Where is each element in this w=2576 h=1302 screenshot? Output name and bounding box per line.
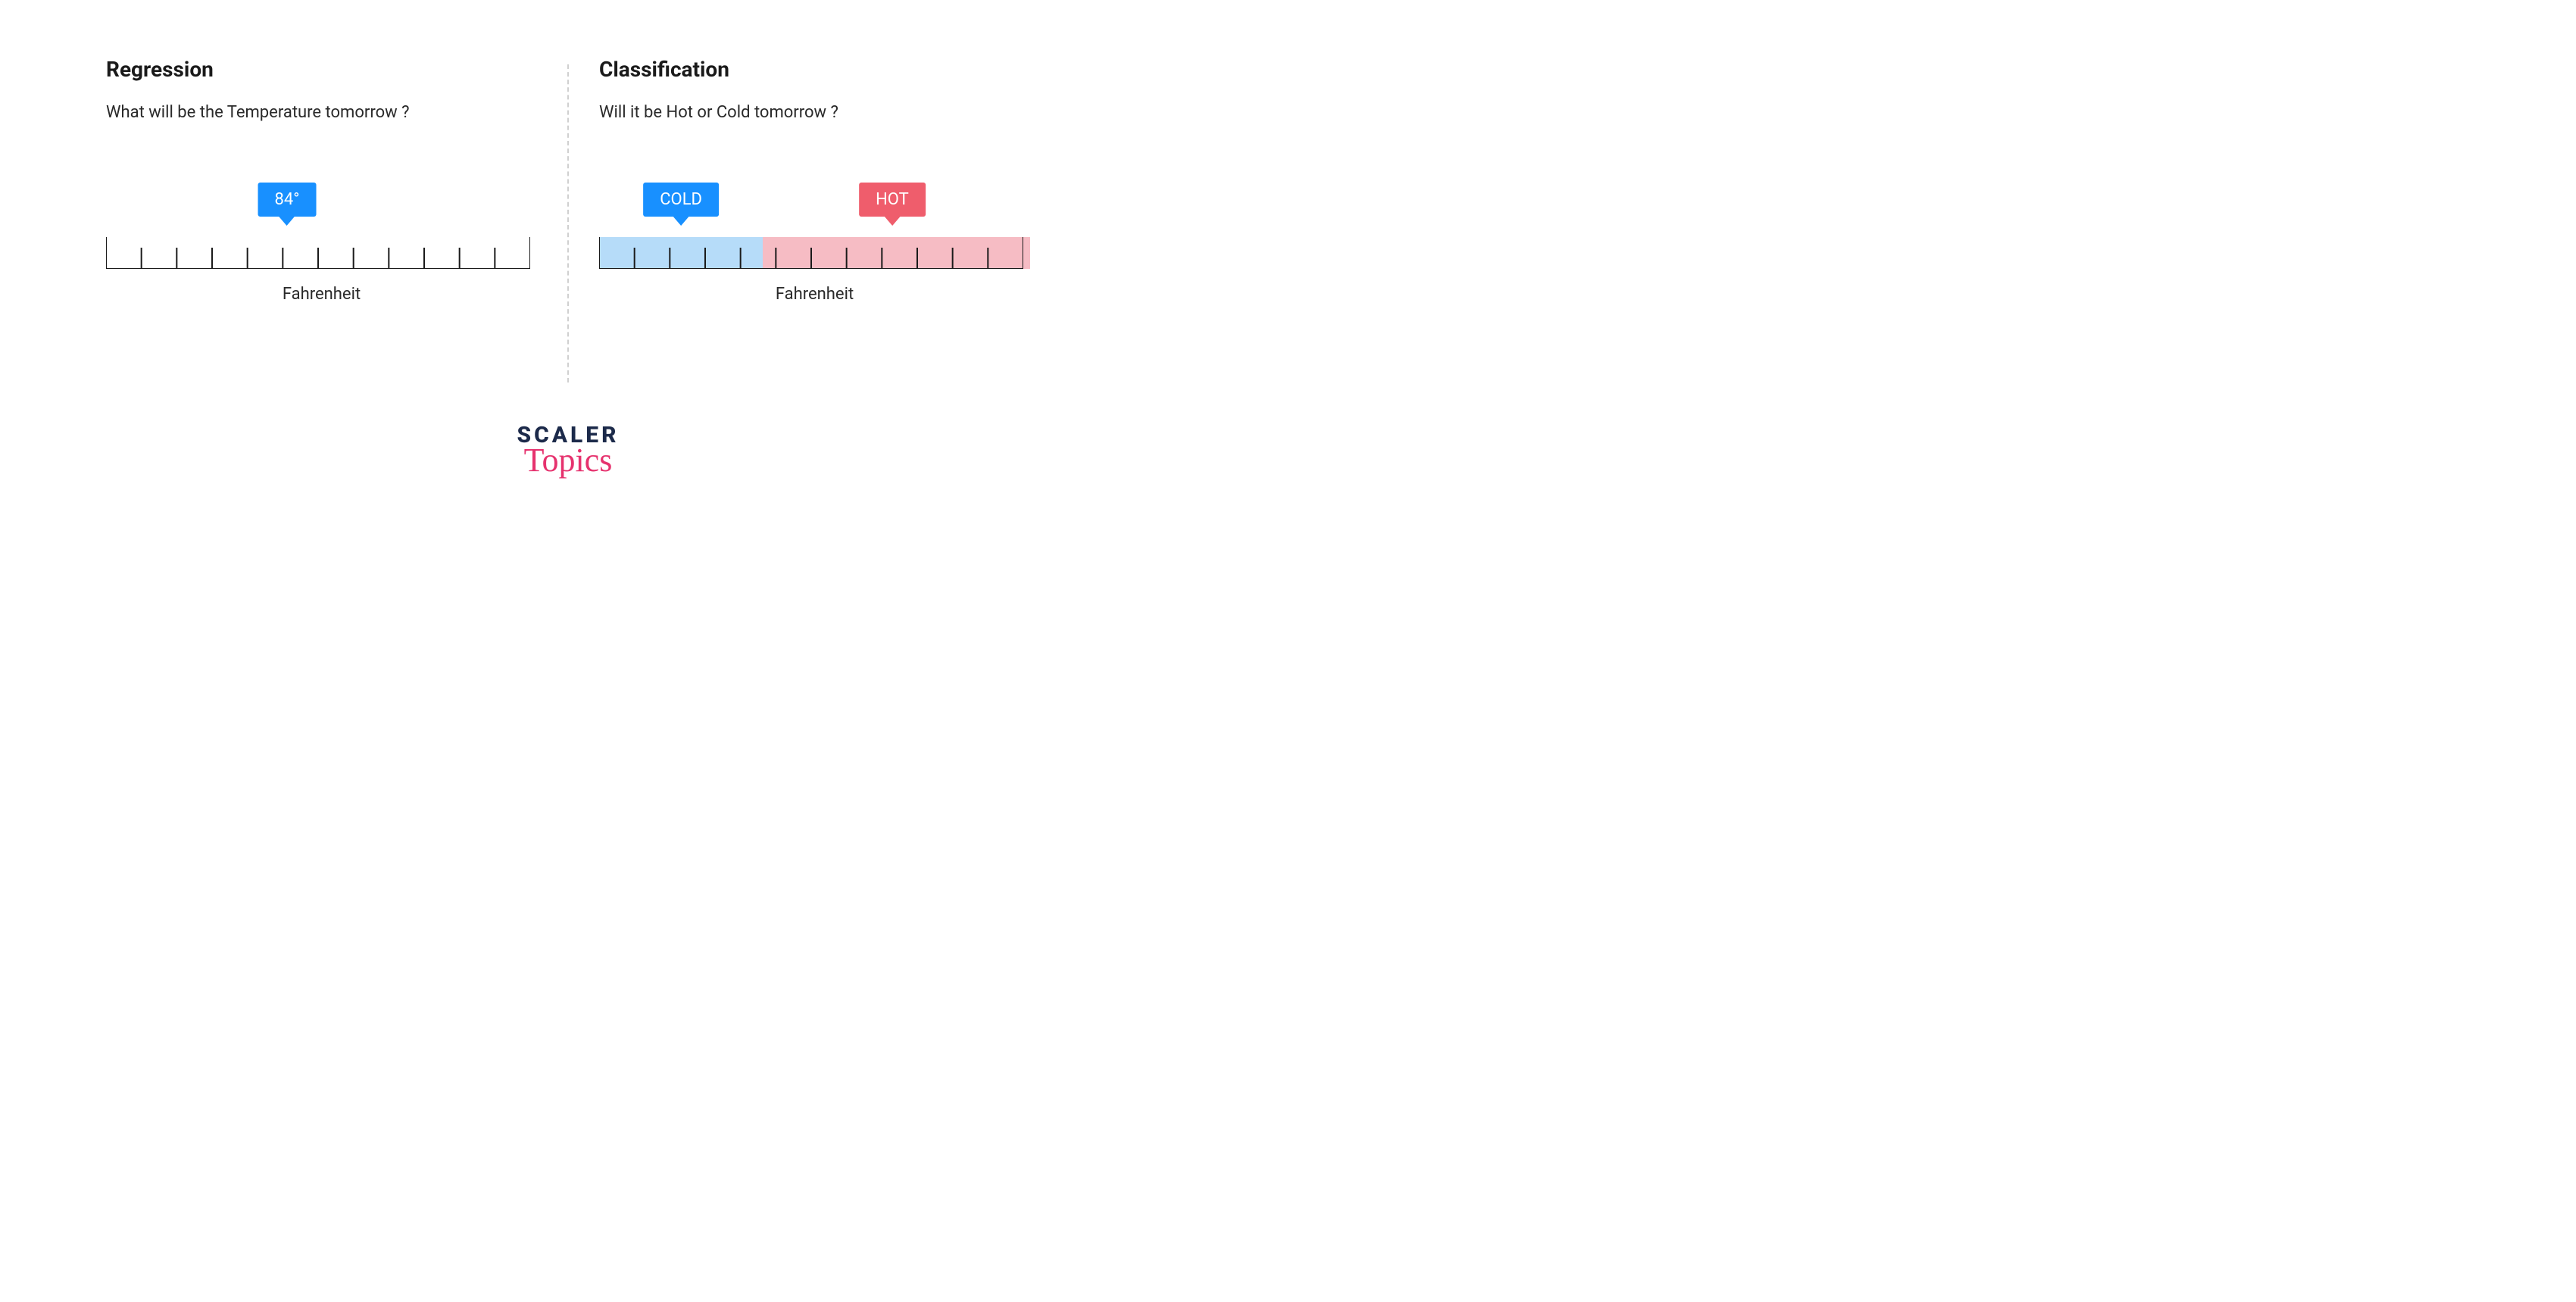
classification-scale: COLD HOT Fahrenheit — [599, 183, 1030, 311]
cold-callout: COLD — [643, 183, 719, 217]
classification-title: Classification — [599, 57, 1030, 82]
classification-panel: Classification Will it be Hot or Cold to… — [569, 57, 1060, 382]
regression-title: Regression — [106, 57, 537, 82]
scaler-topics-logo: SCALER Topics — [517, 424, 619, 477]
hot-callout: HOT — [859, 183, 926, 217]
regression-ruler — [106, 237, 530, 269]
classification-ruler — [599, 237, 1023, 269]
hot-label: HOT — [876, 190, 909, 209]
regression-axis-label: Fahrenheit — [283, 285, 361, 304]
classification-axis-label: Fahrenheit — [776, 285, 854, 304]
logo-bottom-text: Topics — [517, 444, 619, 477]
cold-label: COLD — [660, 190, 702, 209]
classification-question: Will it be Hot or Cold tomorrow ? — [599, 103, 1030, 122]
regression-panel: Regression What will be the Temperature … — [76, 57, 567, 382]
regression-scale: 84° Fahrenheit — [106, 183, 537, 311]
regression-value-callout: 84° — [258, 183, 316, 217]
diagram-container: Regression What will be the Temperature … — [0, 0, 1136, 382]
regression-question: What will be the Temperature tomorrow ? — [106, 103, 537, 122]
regression-value-label: 84° — [274, 190, 299, 209]
